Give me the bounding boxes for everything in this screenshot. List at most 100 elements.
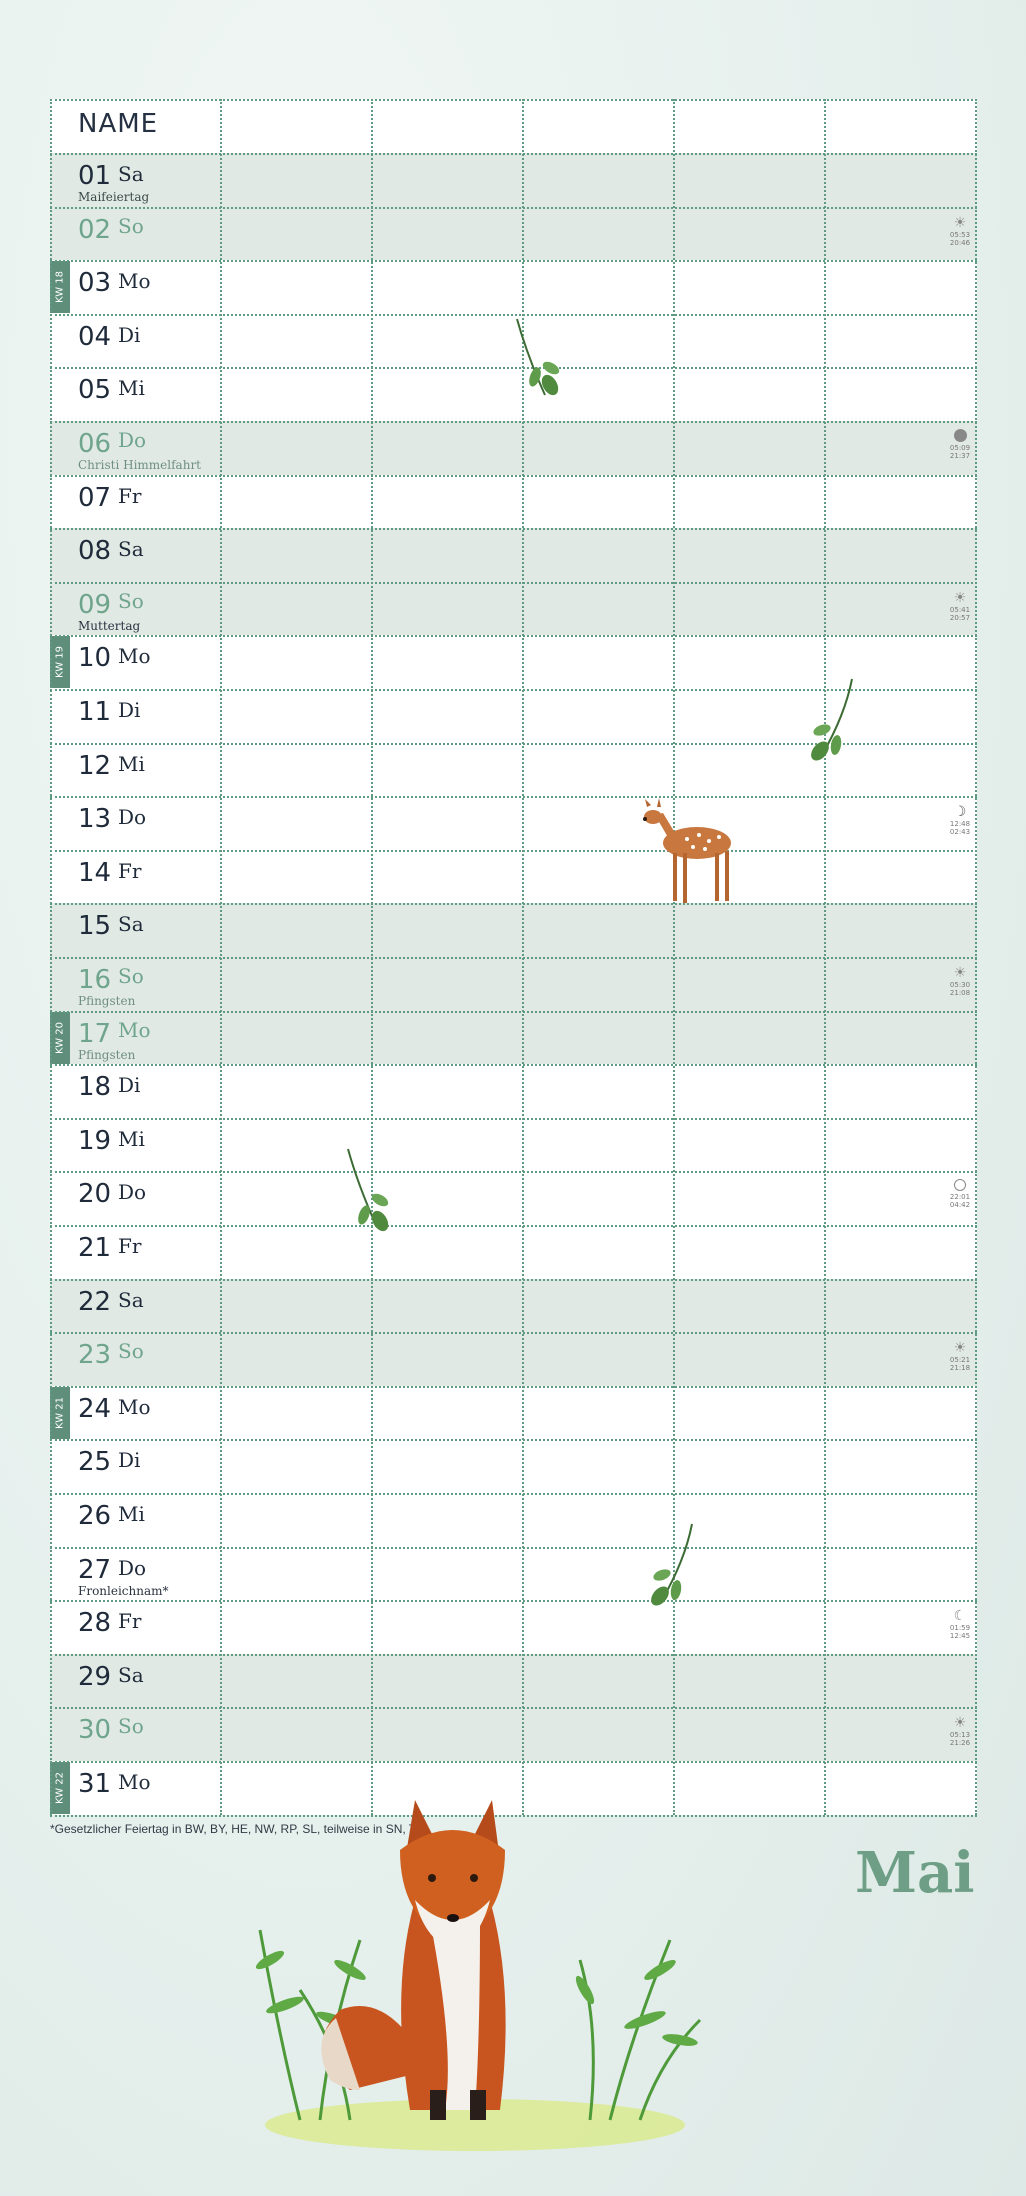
day-row-content[interactable]: 27 Do Fronleichnam* [50, 1547, 977, 1601]
day-number: 17 [78, 1018, 112, 1049]
day-number: 02 [78, 214, 112, 245]
day-name: Mi [118, 1502, 145, 1526]
grid-line [50, 1278, 977, 1281]
grid-line [50, 1064, 977, 1067]
day-number: 26 [78, 1501, 112, 1531]
grid-line [50, 957, 977, 959]
day-name: Mo [118, 1394, 151, 1419]
day-row-content[interactable]: 26 Mi [50, 1493, 977, 1547]
grid-line [50, 528, 977, 531]
day-name: Fr [118, 858, 142, 883]
day-number: 19 [78, 1125, 112, 1156]
day-row-content[interactable]: 07 Fr [50, 475, 977, 529]
calendar-week-badge: KW 21 [50, 1386, 70, 1439]
grid-line [50, 474, 977, 477]
astro-info: ☀ 05:53 20:46 [946, 215, 974, 247]
day-number: 27 [78, 1554, 112, 1585]
day-row-content[interactable]: 03 Mo KW 18 [50, 260, 977, 314]
day-row-content[interactable]: 28 Fr ☾ 01:59 12:45 [50, 1600, 977, 1654]
calendar-week-label: KW 20 [54, 1021, 66, 1054]
grid-line [50, 99, 977, 101]
day-row-content[interactable]: 14 Fr [50, 850, 977, 904]
calendar-week-badge: KW 20 [50, 1011, 70, 1064]
grid-line [50, 1653, 977, 1656]
day-row-content[interactable]: 23 So ☀ 05:21 21:18 [50, 1332, 977, 1386]
day-number: 29 [78, 1661, 112, 1692]
day-row-content[interactable]: 19 Mi [50, 1118, 977, 1172]
day-row-content[interactable]: 30 So ☀ 05:13 21:26 [50, 1707, 977, 1761]
day-number: 09 [78, 589, 112, 620]
grid-line [50, 1493, 977, 1495]
day-row-content[interactable]: 18 Di [50, 1064, 977, 1118]
holiday-label: Muttertag [78, 618, 141, 633]
holiday-label: Maifeiertag [78, 190, 150, 204]
time-label: 20:46 [949, 238, 971, 247]
day-row-content[interactable]: 29 Sa [50, 1654, 977, 1708]
day-name: Do [118, 1555, 147, 1580]
grid-line [50, 796, 977, 799]
day-number: 18 [78, 1072, 112, 1103]
day-name: Mi [118, 376, 145, 401]
day-row-content[interactable]: 20 Do 22:01 04:42 [50, 1171, 977, 1225]
calendar-week-badge: KW 19 [50, 636, 70, 689]
day-row-content[interactable]: 02 So ☀ 05:53 20:46 [50, 207, 977, 261]
holiday-label: Pfingsten [78, 994, 136, 1008]
astro-info: 22:01 04:42 [946, 1179, 974, 1209]
calendar-week-label: KW 19 [54, 646, 66, 679]
time-label: 21:26 [949, 1739, 971, 1748]
day-name: Di [118, 1448, 141, 1473]
sun-icon: ☀ [953, 214, 967, 231]
leaf-sprig-illustration [516, 318, 560, 396]
full-moon-icon [953, 429, 967, 442]
calendar-week-label: KW 18 [54, 271, 66, 304]
day-row-content[interactable]: 17 Mo Pfingsten KW 20 [50, 1011, 977, 1065]
day-name: Sa [118, 1287, 144, 1312]
day-number: 30 [78, 1715, 112, 1746]
day-row-content[interactable]: 22 Sa [50, 1279, 977, 1333]
day-row-content[interactable]: 06 Do Christi Himmelfahrt 05:09 21:37 [50, 421, 977, 475]
grid-line [50, 849, 977, 852]
time-label: 01:59 [949, 1624, 971, 1633]
grid-line [50, 1332, 977, 1335]
day-name: So [118, 1714, 144, 1739]
day-number: 25 [78, 1447, 112, 1478]
day-name: Mo [118, 1770, 151, 1794]
grid-line [50, 1385, 977, 1388]
time-label: 05:41 [949, 605, 971, 614]
day-number: 10 [78, 643, 112, 674]
grid-line [50, 635, 977, 638]
holiday-label: Christi Himmelfahrt [78, 458, 201, 472]
grid-line [50, 1600, 977, 1603]
day-name: Fr [118, 1234, 142, 1258]
day-row-content[interactable]: 25 Di [50, 1439, 977, 1493]
time-label: 20:57 [949, 613, 971, 622]
grid-line [50, 581, 977, 584]
day-row-content[interactable]: 21 Fr [50, 1225, 977, 1279]
grid-line [50, 903, 977, 906]
day-number: 06 [78, 429, 112, 459]
day-row-content[interactable]: 01 Sa Maifeiertag [50, 153, 977, 207]
calendar-week-badge: KW 18 [50, 261, 70, 314]
time-label: 21:37 [949, 452, 971, 460]
day-name: So [118, 588, 144, 613]
time-label: 05:13 [949, 1731, 971, 1740]
grid-line [50, 1171, 977, 1174]
time-label: 05:30 [949, 981, 971, 989]
day-row-content[interactable]: 15 Sa [50, 903, 977, 957]
time-label: 04:42 [949, 1201, 971, 1210]
day-row-content[interactable]: 09 So Muttertag ☀ 05:41 20:57 [50, 582, 977, 636]
day-row-content[interactable]: 13 Do ☽ 12:48 02:43 [50, 796, 977, 850]
calendar-week-label: KW 21 [54, 1396, 66, 1429]
day-number: 22 [78, 1286, 112, 1317]
day-row-content[interactable]: 16 So Pfingsten ☀ 05:30 21:08 [50, 957, 977, 1011]
day-name: Mo [118, 644, 151, 669]
astro-info: 05:09 21:37 [946, 429, 974, 460]
grid-line [50, 153, 977, 155]
day-name: Do [118, 1180, 147, 1205]
day-row-content[interactable]: 24 Mo KW 21 [50, 1386, 977, 1440]
day-row-content[interactable]: 08 Sa [50, 528, 977, 582]
day-name: Sa [118, 162, 144, 186]
day-number: 11 [78, 697, 112, 727]
day-name: Mo [118, 269, 151, 294]
new-moon-icon [954, 1179, 966, 1192]
